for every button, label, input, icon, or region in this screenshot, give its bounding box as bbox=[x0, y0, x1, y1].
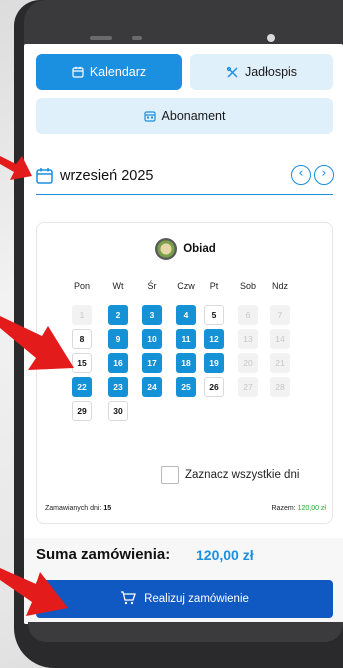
calendar-day[interactable]: 9 bbox=[108, 329, 128, 349]
weekday-label: Pt bbox=[209, 281, 219, 291]
front-camera bbox=[267, 34, 275, 42]
place-order-button[interactable]: Realizuj zamówienie bbox=[36, 580, 333, 618]
weekday-label: Sob bbox=[239, 281, 256, 291]
calendar-day[interactable]: 19 bbox=[204, 353, 224, 373]
weekday-label: Wt bbox=[112, 281, 124, 291]
calendar-day[interactable]: 24 bbox=[142, 377, 162, 397]
calendar-day[interactable]: 4 bbox=[176, 305, 196, 325]
weekday-label: Pon bbox=[73, 281, 90, 291]
month-label: wrzesień 2025 bbox=[60, 168, 154, 184]
calendar-icon bbox=[36, 167, 53, 188]
calendar-day[interactable]: 26 bbox=[204, 377, 224, 397]
ordered-days-value: 15 bbox=[103, 505, 112, 512]
month-selector: wrzesień 2025 ‹ › bbox=[36, 164, 334, 198]
speaker-grille bbox=[90, 36, 112, 40]
tab-menu-label: Jadłospis bbox=[244, 65, 298, 79]
calendar-day[interactable]: 18 bbox=[176, 353, 196, 373]
calendar-day: 20 bbox=[238, 353, 258, 373]
order-sum-value: 120,00 zł bbox=[196, 547, 254, 563]
calendar-day[interactable]: 2 bbox=[108, 305, 128, 325]
weekday-label: Śr bbox=[147, 281, 157, 291]
select-all-label: Zaznacz wszystkie dni bbox=[185, 469, 300, 481]
weekday-label: Czw bbox=[177, 281, 195, 291]
calendar-day[interactable]: 22 bbox=[72, 377, 92, 397]
calendar-day[interactable]: 11 bbox=[176, 329, 196, 349]
month-divider bbox=[36, 194, 333, 195]
calendar-day[interactable]: 5 bbox=[204, 305, 224, 325]
calendar-day: 27 bbox=[238, 377, 258, 397]
tab-calendar-label: Kalendarz bbox=[89, 65, 147, 79]
calendar-day[interactable]: 30 bbox=[108, 401, 128, 421]
calendar-day[interactable]: 16 bbox=[108, 353, 128, 373]
annotation-arrow-icon bbox=[0, 568, 68, 616]
calendar-day: 28 bbox=[270, 377, 290, 397]
calendar-day[interactable]: 3 bbox=[142, 305, 162, 325]
calendar-day[interactable]: 29 bbox=[72, 401, 92, 421]
calendar-day[interactable]: 10 bbox=[142, 329, 162, 349]
ordered-days: Zamawianych dni: 15 bbox=[45, 505, 111, 512]
meal-name: Obiad bbox=[183, 243, 216, 255]
sensor bbox=[132, 36, 142, 40]
calendar-day: 6 bbox=[238, 305, 258, 325]
meal-header: Obiad bbox=[37, 237, 334, 261]
weekday-label: Ndz bbox=[271, 281, 288, 291]
calendar-day[interactable]: 25 bbox=[176, 377, 196, 397]
cutlery-icon bbox=[226, 66, 239, 79]
tab-menu[interactable]: Jadłospis bbox=[190, 54, 333, 90]
ordered-days-label: Zamawianych dni: bbox=[45, 505, 102, 512]
select-all-row[interactable]: Zaznacz wszystkie dni bbox=[161, 465, 299, 485]
annotation-arrow-icon bbox=[0, 316, 74, 370]
prev-month-button[interactable]: ‹ bbox=[291, 165, 311, 185]
meal-plate-icon bbox=[155, 238, 178, 260]
cart-icon bbox=[120, 590, 136, 608]
calendar-day: 14 bbox=[270, 329, 290, 349]
phone-bottom-bezel bbox=[28, 622, 343, 642]
card-total-value: 120,00 zł bbox=[297, 505, 326, 512]
tab-subscription[interactable]: Abonament bbox=[36, 98, 333, 134]
next-month-button[interactable]: › bbox=[314, 165, 334, 185]
card-total-label: Razem: bbox=[271, 505, 296, 512]
chevron-left-icon: ‹ bbox=[298, 166, 304, 181]
tab-subscription-label: Abonament bbox=[161, 109, 226, 123]
annotation-arrow-icon bbox=[0, 156, 32, 180]
order-footer: Suma zamówienia: 120,00 zł Realizuj zamó… bbox=[24, 538, 343, 624]
calendar-day[interactable]: 23 bbox=[108, 377, 128, 397]
chevron-right-icon: › bbox=[321, 166, 327, 181]
subscription-calendar-icon bbox=[143, 110, 156, 122]
meal-calendar-card: Obiad Pon Wt Śr Czw Pt Sob Ndz 1 2 3 4 5 6 7 8 9 10 11 12… bbox=[36, 222, 333, 524]
calendar-day[interactable]: 17 bbox=[142, 353, 162, 373]
card-total: Razem: 120,00 zł bbox=[272, 505, 327, 512]
place-order-label: Realizuj zamówienie bbox=[144, 593, 249, 605]
calendar-day: 7 bbox=[270, 305, 290, 325]
select-all-checkbox[interactable] bbox=[161, 466, 179, 484]
calendar-icon bbox=[72, 66, 84, 78]
calendar-day: 21 bbox=[270, 353, 290, 373]
tab-calendar[interactable]: Kalendarz bbox=[36, 54, 182, 90]
calendar-day: 13 bbox=[238, 329, 258, 349]
calendar-day[interactable]: 12 bbox=[204, 329, 224, 349]
